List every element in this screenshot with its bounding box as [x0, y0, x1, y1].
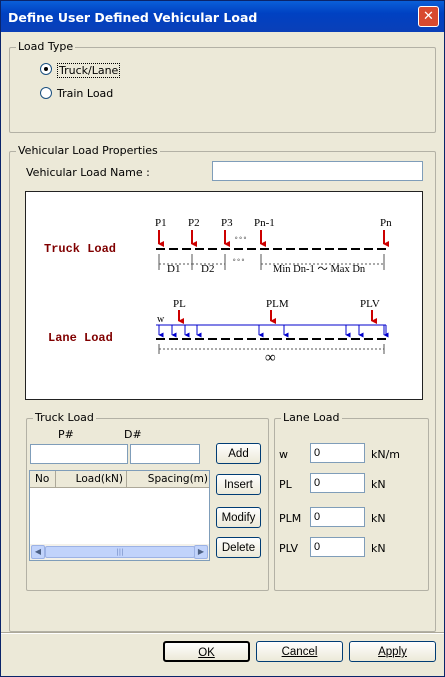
- p2-label: P2: [188, 217, 200, 229]
- plv-label: PLV: [360, 298, 380, 310]
- load-type-legend: Load Type: [16, 40, 76, 53]
- plv-field-input[interactable]: [310, 537, 365, 557]
- distributed-load-arrows: [158, 325, 389, 338]
- d-number-label: D#: [124, 428, 142, 441]
- insert-button[interactable]: Insert: [216, 474, 261, 495]
- truck-dots-upper: ∘∘∘: [234, 234, 247, 242]
- w-field-unit: kN/m: [371, 448, 401, 461]
- vehicular-properties-legend: Vehicular Load Properties: [16, 144, 160, 157]
- pl-label: PL: [173, 298, 186, 310]
- dialog-window: Define User Defined Vehicular Load ✕ Loa…: [0, 0, 445, 677]
- truck-load-title: Truck Load: [44, 242, 116, 256]
- truck-lane-radio[interactable]: [40, 63, 52, 75]
- plm-label: PLM: [266, 298, 289, 310]
- pl-field-unit: kN: [371, 478, 386, 491]
- d2-label: D2: [201, 263, 214, 275]
- cancel-button[interactable]: Cancel: [256, 641, 343, 662]
- pl-field-label: PL: [279, 478, 292, 491]
- delete-button[interactable]: Delete: [216, 537, 261, 558]
- title-bar[interactable]: Define User Defined Vehicular Load ✕: [1, 1, 444, 32]
- p3-label: P3: [221, 217, 233, 229]
- w-label: w: [157, 314, 165, 325]
- train-load-radio[interactable]: [40, 87, 52, 99]
- table-horizontal-scrollbar[interactable]: ◀ ||| ▶: [30, 544, 209, 560]
- scroll-right-icon[interactable]: ▶: [194, 545, 208, 559]
- lane-point-arrows: [178, 310, 377, 324]
- range-label: Min Dn-1 ～ Max Dn: [273, 264, 366, 275]
- pn-label: Pn: [380, 217, 392, 229]
- truck-load-table[interactable]: No Load(kN) Spacing(m) ◀ ||| ▶: [29, 470, 210, 561]
- p-number-label: P#: [58, 428, 74, 441]
- column-no[interactable]: No: [30, 471, 56, 488]
- pl-field-input[interactable]: [310, 473, 365, 493]
- pn1-label: Pn-1: [254, 217, 275, 229]
- plm-field-unit: kN: [371, 512, 386, 525]
- plm-field-input[interactable]: [310, 507, 365, 527]
- modify-button[interactable]: Modify: [216, 507, 261, 528]
- plm-field-label: PLM: [279, 512, 302, 525]
- infinity-label: ∞: [265, 350, 276, 366]
- add-button[interactable]: Add: [216, 443, 261, 464]
- plv-field-unit: kN: [371, 542, 386, 555]
- p-number-input[interactable]: [30, 444, 128, 464]
- column-load[interactable]: Load(kN): [56, 471, 127, 488]
- truck-dots-lower: ∘∘∘: [232, 256, 245, 264]
- table-header: No Load(kN) Spacing(m): [30, 471, 209, 488]
- p1-label: P1: [155, 217, 167, 229]
- load-diagram: Truck Load P1 P2 P3 Pn-1 Pn ∘∘∘ D1 D2 ∘∘…: [25, 191, 423, 400]
- lane-load-title: Lane Load: [48, 331, 113, 345]
- w-field-label: w: [279, 448, 288, 461]
- truck-lane-label[interactable]: Truck/Lane: [57, 63, 121, 78]
- d1-label: D1: [167, 263, 180, 275]
- ok-button[interactable]: OK: [163, 641, 250, 662]
- truck-load-arrows: [158, 230, 389, 247]
- load-diagram-svg: Truck Load P1 P2 P3 Pn-1 Pn ∘∘∘ D1 D2 ∘∘…: [44, 217, 392, 366]
- truck-load-legend: Truck Load: [33, 411, 96, 424]
- footer-divider: [1, 632, 444, 634]
- d-number-input[interactable]: [130, 444, 200, 464]
- close-icon[interactable]: ✕: [418, 6, 439, 27]
- vehicular-load-name-input[interactable]: [212, 161, 423, 181]
- apply-button[interactable]: Apply: [349, 641, 436, 662]
- lane-load-legend: Lane Load: [281, 411, 342, 424]
- scroll-left-icon[interactable]: ◀: [31, 545, 45, 559]
- vehicular-load-name-label: Vehicular Load Name :: [26, 166, 150, 179]
- scroll-thumb[interactable]: |||: [45, 546, 195, 558]
- window-title: Define User Defined Vehicular Load: [8, 10, 258, 25]
- plv-field-label: PLV: [279, 542, 299, 555]
- w-field-input[interactable]: [310, 443, 365, 463]
- train-load-label[interactable]: Train Load: [57, 87, 113, 100]
- column-spacing[interactable]: Spacing(m): [127, 471, 209, 488]
